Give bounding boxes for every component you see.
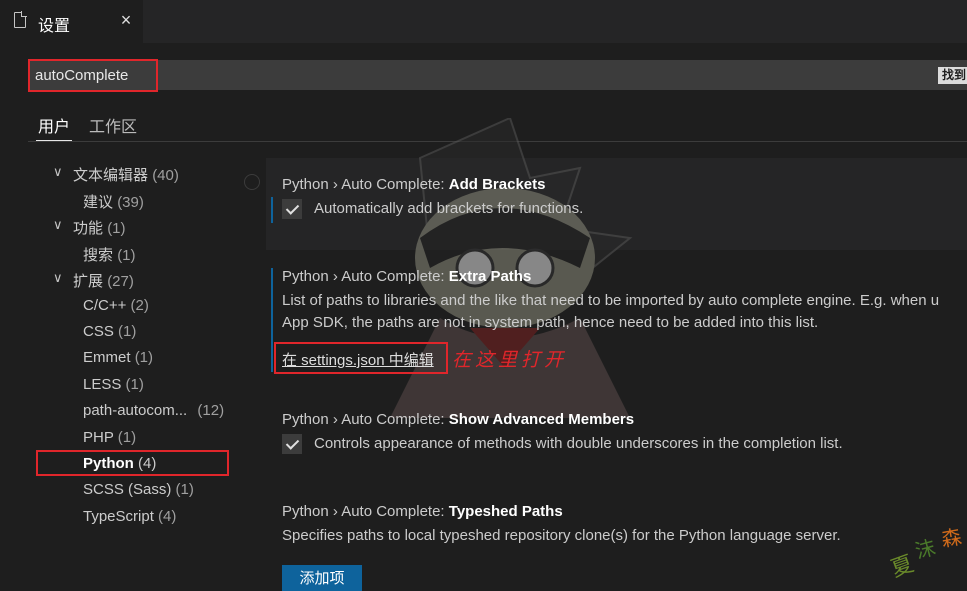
settings-search-input[interactable]	[28, 60, 928, 90]
tab-user[interactable]: 用户	[35, 113, 73, 141]
add-brackets-checkbox[interactable]	[282, 199, 302, 219]
toc-item-emmet[interactable]: Emmet (1)	[83, 349, 153, 366]
toc-item-features[interactable]: ∨ 功能 (1)	[53, 217, 126, 238]
show-advanced-members-description: Controls appearance of methods with doub…	[314, 435, 843, 452]
toc-item-suggestions[interactable]: 建议 (39)	[83, 191, 144, 212]
corner-logo-art: 夏 沫 森	[888, 524, 963, 582]
chevron-down-icon: ∨	[53, 164, 63, 179]
toc-item-path-autocomplete[interactable]: path-autocom... (12)	[83, 402, 224, 419]
close-icon[interactable]: ×	[116, 10, 136, 31]
file-icon	[14, 11, 27, 28]
toc-item-extensions[interactable]: ∨ 扩展 (27)	[53, 270, 134, 291]
svg-text:森: 森	[939, 524, 963, 551]
search-result-count-badge: 找到	[938, 67, 967, 84]
show-advanced-members-checkbox[interactable]	[282, 434, 302, 454]
chevron-down-icon: ∨	[53, 217, 63, 232]
settings-search-bar	[28, 60, 967, 90]
add-brackets-description: Automatically add brackets for functions…	[314, 200, 584, 217]
setting-title-typeshed-paths: Python › Auto Complete: Typeshed Paths	[282, 503, 563, 520]
typeshed-paths-description: Specifies paths to local typeshed reposi…	[282, 527, 841, 544]
python-highlight-box	[36, 450, 229, 476]
extra-paths-description-line1: List of paths to libraries and the like …	[282, 292, 940, 309]
search-highlight-box	[28, 59, 158, 92]
toc-item-css[interactable]: CSS (1)	[83, 323, 136, 340]
svg-text:夏: 夏	[888, 551, 917, 582]
setting-title-extra-paths: Python › Auto Complete: Extra Paths	[282, 268, 532, 285]
modified-indicator	[271, 197, 273, 223]
edit-link-highlight-box	[274, 342, 448, 374]
tab-workspace[interactable]: 工作区	[89, 113, 137, 137]
annotation-text: 在这里打开	[452, 349, 568, 371]
svg-text:沫: 沫	[912, 535, 938, 563]
toc-item-search[interactable]: 搜索 (1)	[83, 244, 136, 265]
toc-item-php[interactable]: PHP (1)	[83, 429, 136, 446]
extra-paths-description-line2: App SDK, the paths are not in system pat…	[282, 314, 819, 331]
toc-item-cpp[interactable]: C/C++ (2)	[83, 297, 149, 314]
setting-title-show-advanced-members: Python › Auto Complete: Show Advanced Me…	[282, 411, 635, 428]
editor-tab-bar: 设置 ×	[0, 0, 967, 43]
toc-item-text-editor[interactable]: ∨ 文本编辑器 (40)	[53, 164, 179, 185]
toc-item-less[interactable]: LESS (1)	[83, 376, 144, 393]
gear-icon[interactable]	[244, 174, 260, 190]
chevron-down-icon: ∨	[53, 270, 63, 285]
toc-item-typescript[interactable]: TypeScript (4)	[83, 508, 176, 525]
setting-title-add-brackets: Python › Auto Complete: Add Brackets	[282, 176, 546, 193]
settings-tab-label: 设置	[38, 18, 71, 35]
settings-tab[interactable]: 设置 ×	[0, 0, 143, 43]
modified-indicator	[271, 268, 273, 372]
add-item-button[interactable]: 添加项	[282, 565, 362, 591]
toc-item-scss[interactable]: SCSS (Sass) (1)	[83, 481, 194, 498]
